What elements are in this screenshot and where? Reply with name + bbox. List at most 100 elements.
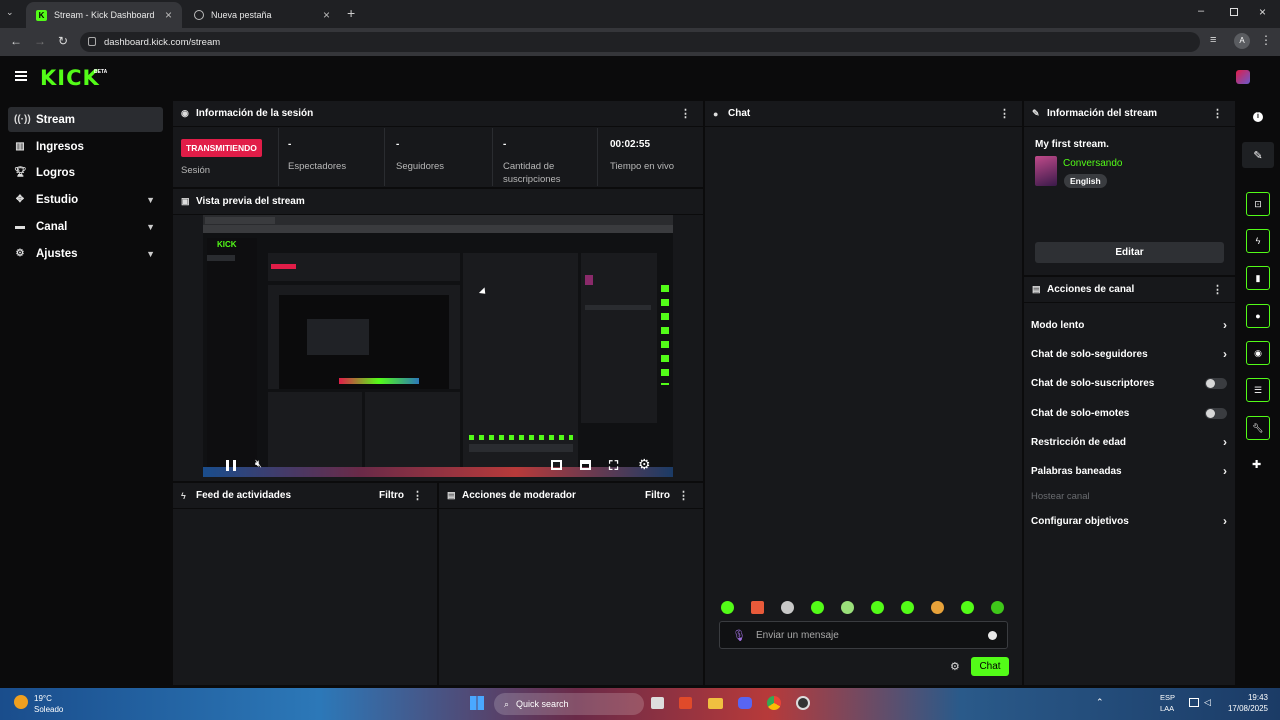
emote-icon[interactable] (781, 601, 794, 614)
more-options-icon[interactable]: ⋮ (412, 489, 423, 502)
edit-button[interactable]: Editar (1035, 242, 1224, 263)
rail-wrench-button[interactable]: 🔧︎ (1246, 416, 1270, 440)
volume-icon[interactable]: ◁ (1204, 697, 1211, 708)
stat-label: Seguidores (396, 161, 445, 172)
rail-chat-button[interactable]: ● (1246, 304, 1270, 328)
input-lang[interactable]: ESP (1160, 693, 1175, 702)
emote-icon[interactable] (751, 601, 764, 614)
chat-settings-icon[interactable]: ⚙ (950, 660, 960, 673)
chrome-icon[interactable] (767, 696, 781, 710)
emote-icon[interactable] (811, 601, 824, 614)
action-age-restriction[interactable]: Restricción de edad › (1031, 432, 1227, 452)
discord-icon[interactable] (738, 697, 752, 709)
back-icon[interactable]: ← (10, 34, 22, 48)
reload-icon[interactable]: ↻ (58, 34, 68, 48)
preview-tab (205, 217, 275, 224)
emote-icon[interactable] (961, 601, 974, 614)
close-window-icon[interactable]: × (1259, 5, 1266, 19)
weather-desc[interactable]: Soleado (34, 705, 63, 714)
action-followers-only[interactable]: Chat de solo-seguidores › (1031, 344, 1227, 364)
reading-list-icon[interactable]: ≡ (1210, 34, 1216, 46)
microphone-icon[interactable]: 🎙︎ (732, 629, 746, 642)
sidebar-item-ingresos[interactable]: ▥ Ingresos (8, 134, 163, 159)
sidebar-item-estudio[interactable]: ✥ Estudio ▼ (8, 187, 163, 212)
file-explorer-icon[interactable] (708, 698, 723, 709)
close-tab-icon[interactable]: × (165, 8, 172, 22)
more-options-icon[interactable]: ⋮ (1212, 107, 1223, 120)
subscribers-only-toggle[interactable] (1205, 377, 1227, 389)
stat-value: 00:02:55 (610, 139, 651, 150)
tray-chevron-up-icon[interactable]: ⌃ (1096, 697, 1104, 708)
emote-icon[interactable] (721, 601, 734, 614)
minimize-icon[interactable]: – (1198, 5, 1204, 17)
taskbar-search[interactable]: ⌕ Quick search (494, 693, 644, 715)
emote-icon[interactable] (991, 601, 1004, 614)
chat-panel: ● Chat ⋮ (705, 101, 1022, 685)
filter-button[interactable]: Filtro (645, 490, 670, 501)
rail-document-button[interactable]: ▮ (1246, 266, 1270, 290)
mute-icon[interactable]: 🔇︎ (255, 458, 262, 471)
obs-icon[interactable] (796, 696, 810, 710)
more-options-icon[interactable]: ⋮ (1212, 283, 1223, 296)
clock-date[interactable]: 17/08/2025 (1224, 704, 1268, 713)
sidebar-item-logros[interactable]: 🏆︎ Logros (8, 160, 163, 185)
clock-time[interactable]: 19:43 (1224, 693, 1268, 702)
emote-icon[interactable] (931, 601, 944, 614)
new-tab-icon[interactable]: + (347, 5, 355, 21)
action-banned-words[interactable]: Palabras baneadas › (1031, 461, 1227, 481)
hamburger-menu-icon[interactable] (15, 71, 27, 81)
more-options-icon[interactable]: ⋮ (680, 107, 691, 120)
kick-favicon-icon: K (36, 9, 47, 21)
browser-menu-icon[interactable]: ⋮ (1260, 33, 1272, 47)
stream-video[interactable]: KICK (203, 215, 673, 477)
more-options-icon[interactable]: ⋮ (999, 107, 1010, 120)
filter-button[interactable]: Filtro (379, 490, 404, 501)
pause-icon[interactable] (226, 460, 236, 471)
profile-avatar[interactable]: A (1234, 33, 1250, 49)
sidebar-item-ajustes[interactable]: ⚙ Ajustes ▼ (8, 241, 163, 266)
chat-send-button[interactable]: Chat (971, 657, 1009, 676)
edit-stream-rail-button[interactable]: ✎ (1242, 142, 1274, 168)
more-options-icon[interactable]: ⋮ (678, 489, 689, 502)
close-tab-icon[interactable]: × (323, 8, 330, 22)
network-icon[interactable] (1189, 698, 1199, 707)
info-icon[interactable]: i (1253, 112, 1263, 122)
rail-broadcast-button[interactable]: ◉ (1246, 341, 1270, 365)
action-configure-goals[interactable]: Configurar objetivos › (1031, 511, 1227, 531)
status-badge-text: TRANSMITIENDO (181, 139, 262, 157)
emote-icon[interactable] (901, 601, 914, 614)
rail-lightning-button[interactable]: ϟ (1246, 229, 1270, 253)
kick-logo[interactable]: KICK (40, 66, 100, 90)
fullscreen-icon[interactable]: ⛶ (609, 458, 618, 474)
sidebar-item-stream[interactable]: ((·)) Stream (8, 107, 163, 132)
add-widget-icon[interactable]: ✚ (1252, 458, 1261, 471)
sidebar-item-canal[interactable]: ▬ Canal ▼ (8, 214, 163, 239)
chat-input[interactable]: 🎙︎ Enviar un mensaje (719, 621, 1008, 649)
rail-clip-button[interactable]: ⊡ (1246, 192, 1270, 216)
emote-icon[interactable] (841, 601, 854, 614)
picture-in-picture-icon[interactable] (551, 460, 562, 470)
windows-start-icon[interactable] (470, 696, 484, 710)
weather-sun-icon[interactable] (14, 695, 28, 709)
action-slow-mode[interactable]: Modo lento › (1031, 315, 1227, 335)
emoji-icon[interactable] (988, 630, 997, 640)
weather-temp[interactable]: 19°C (34, 694, 52, 703)
theater-mode-icon[interactable] (580, 460, 591, 470)
forward-icon[interactable]: → (34, 34, 46, 48)
input-lang-variant[interactable]: LAA (1160, 704, 1174, 713)
tab-search-icon[interactable]: ⌄ (6, 7, 14, 18)
rail-list-button[interactable]: ☰ (1246, 378, 1270, 402)
maximize-icon[interactable] (1230, 8, 1238, 16)
settings-gear-icon[interactable]: ⚙ (638, 456, 651, 473)
preview-recursive-inner (307, 319, 369, 355)
emotes-only-toggle[interactable] (1205, 407, 1227, 419)
site-info-icon[interactable] (88, 37, 96, 46)
task-view-icon[interactable] (651, 697, 664, 709)
emote-icon[interactable] (871, 601, 884, 614)
user-avatar[interactable] (1236, 70, 1250, 84)
address-bar[interactable]: dashboard.kick.com/stream (80, 32, 1200, 52)
tab-kick-dashboard[interactable]: K Stream - Kick Dashboard × (26, 2, 182, 28)
office-app-icon[interactable] (679, 697, 692, 709)
tab-new-tab[interactable]: Nueva pestaña × (184, 2, 340, 28)
category-link[interactable]: Conversando (1063, 158, 1122, 169)
